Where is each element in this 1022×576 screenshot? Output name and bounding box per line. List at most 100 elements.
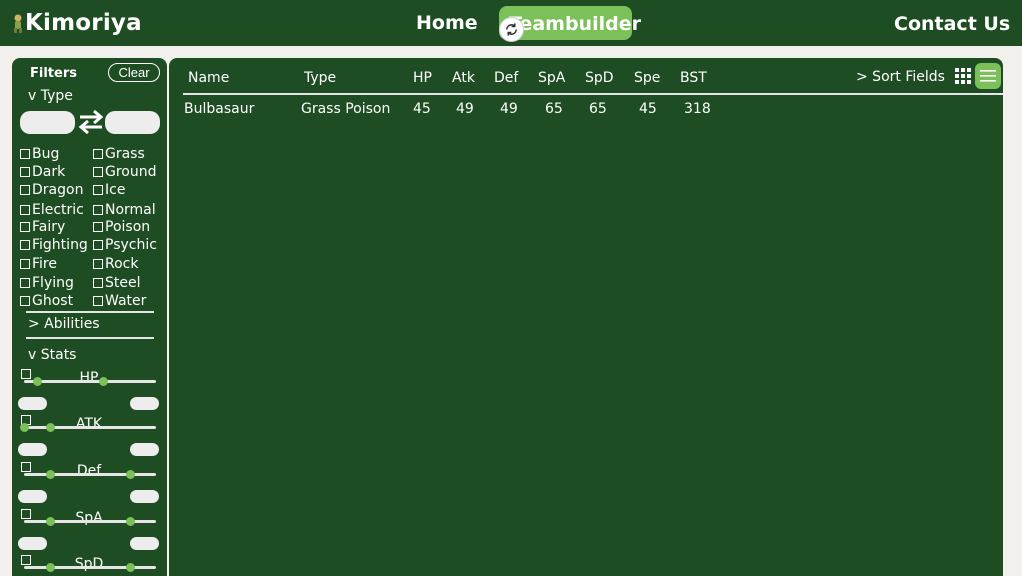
checkbox[interactable] xyxy=(20,205,30,215)
column-header-spd[interactable]: SpD xyxy=(585,70,614,86)
checkbox[interactable] xyxy=(20,167,30,177)
column-header-bst[interactable]: BST xyxy=(680,70,707,86)
nav-contact-link[interactable]: Contact Us xyxy=(894,13,1010,35)
grid-view-icon[interactable] xyxy=(955,68,971,84)
type-filter-fighting[interactable]: Fighting xyxy=(20,237,88,253)
column-header-name[interactable]: Name xyxy=(188,70,229,86)
logo[interactable]: Kimoriya xyxy=(12,8,142,38)
checkbox[interactable] xyxy=(20,240,30,250)
stat-max-input[interactable] xyxy=(130,537,159,550)
type-filter-fire[interactable]: Fire xyxy=(20,256,57,272)
cell-type: Grass Poison xyxy=(301,101,391,117)
column-header-spa[interactable]: SpA xyxy=(538,70,565,86)
stat-min-handle[interactable] xyxy=(20,423,29,432)
top-header: Kimoriya Home Teambuilder Contact Us xyxy=(0,0,1022,46)
type-filter-psychic[interactable]: Psychic xyxy=(93,237,157,253)
checkbox[interactable] xyxy=(93,205,103,215)
type-filter-rock[interactable]: Rock xyxy=(93,256,138,272)
type-slot-1[interactable] xyxy=(20,111,75,134)
type-filter-electric[interactable]: Electric xyxy=(20,202,84,218)
swap-arrows-icon[interactable] xyxy=(78,110,104,134)
checkbox[interactable] xyxy=(20,185,30,195)
stat-range-track[interactable] xyxy=(24,473,156,476)
checkbox[interactable] xyxy=(93,167,103,177)
checkbox[interactable] xyxy=(93,222,103,232)
stat-enable-checkbox[interactable] xyxy=(21,555,31,565)
stat-min-input[interactable] xyxy=(18,537,47,550)
stat-max-input[interactable] xyxy=(130,443,159,456)
refresh-icon[interactable] xyxy=(499,17,524,42)
type-filter-poison[interactable]: Poison xyxy=(93,219,150,235)
stat-min-input[interactable] xyxy=(18,490,47,503)
type-filter-label: Ice xyxy=(105,182,126,198)
column-header-atk[interactable]: Atk xyxy=(452,70,475,86)
stat-max-input[interactable] xyxy=(130,397,159,410)
stat-enable-checkbox[interactable] xyxy=(21,462,31,472)
stat-min-input[interactable] xyxy=(18,443,47,456)
checkbox[interactable] xyxy=(93,278,103,288)
type-filter-ghost[interactable]: Ghost xyxy=(20,293,73,309)
checkbox[interactable] xyxy=(93,185,103,195)
column-header-def[interactable]: Def xyxy=(494,70,518,86)
type-filter-dark[interactable]: Dark xyxy=(20,164,65,180)
type-filter-normal[interactable]: Normal xyxy=(93,202,156,218)
checkbox[interactable] xyxy=(20,222,30,232)
stat-max-handle[interactable] xyxy=(46,423,56,432)
checkbox[interactable] xyxy=(20,149,30,159)
stat-range-track[interactable] xyxy=(24,426,156,429)
stat-range-track[interactable] xyxy=(24,520,156,523)
nav-teambuilder-label: Teambuilder xyxy=(509,13,641,35)
checkbox[interactable] xyxy=(20,278,30,288)
clear-filters-button[interactable]: Clear xyxy=(108,63,160,82)
stat-min-handle[interactable] xyxy=(46,563,56,572)
type-filter-water[interactable]: Water xyxy=(93,293,146,309)
type-filter-flying[interactable]: Flying xyxy=(20,275,74,291)
type-filter-dragon[interactable]: Dragon xyxy=(20,182,83,198)
column-header-spe[interactable]: Spe xyxy=(634,70,660,86)
column-header-type[interactable]: Type xyxy=(304,70,336,86)
stat-max-input[interactable] xyxy=(130,490,159,503)
type-filter-steel[interactable]: Steel xyxy=(93,275,141,291)
list-view-button[interactable] xyxy=(975,63,1001,89)
stat-enable-checkbox[interactable] xyxy=(21,509,31,519)
type-section-toggle[interactable]: v Type xyxy=(28,88,73,104)
type-filter-label: Steel xyxy=(105,275,141,291)
stat-min-handle[interactable] xyxy=(46,470,56,479)
checkbox[interactable] xyxy=(93,296,103,306)
stat-min-handle[interactable] xyxy=(46,517,56,526)
type-filter-label: Fire xyxy=(32,256,57,272)
cell-atk: 49 xyxy=(456,101,474,117)
abilities-section-toggle[interactable]: > Abilities xyxy=(28,316,100,332)
stat-enable-checkbox[interactable] xyxy=(21,369,31,379)
stat-min-input[interactable] xyxy=(18,397,47,410)
stat-max-handle[interactable] xyxy=(125,470,135,479)
type-filter-label: Flying xyxy=(32,275,74,291)
column-header-hp[interactable]: HP xyxy=(413,70,432,86)
checkbox[interactable] xyxy=(93,259,103,269)
type-filter-label: Fairy xyxy=(32,219,66,235)
stats-section-toggle[interactable]: v Stats xyxy=(28,347,76,363)
cell-spe: 45 xyxy=(639,101,657,117)
type-filter-fairy[interactable]: Fairy xyxy=(20,219,65,235)
type-filter-ice[interactable]: Ice xyxy=(93,182,125,198)
stat-range-track[interactable] xyxy=(24,566,156,569)
type-filter-grass[interactable]: Grass xyxy=(93,146,145,162)
checkbox[interactable] xyxy=(93,149,103,159)
nav-home-link[interactable]: Home xyxy=(416,12,478,34)
filters-title: Filters xyxy=(30,66,77,81)
type-filter-label: Electric xyxy=(32,202,84,218)
stat-min-handle[interactable] xyxy=(33,377,43,386)
type-filter-bug[interactable]: Bug xyxy=(20,146,59,162)
sort-fields-toggle[interactable]: > Sort Fields xyxy=(856,69,945,85)
table-header-divider xyxy=(183,93,1003,95)
type-filter-ground[interactable]: Ground xyxy=(93,164,157,180)
nav-teambuilder-link[interactable]: Teambuilder xyxy=(499,6,641,42)
type-filter-label: Poison xyxy=(105,219,151,235)
checkbox[interactable] xyxy=(20,296,30,306)
checkbox[interactable] xyxy=(93,240,103,250)
stat-range-track[interactable] xyxy=(24,380,156,383)
stat-max-handle[interactable] xyxy=(125,563,135,572)
checkbox[interactable] xyxy=(20,259,30,269)
type-slot-2[interactable] xyxy=(105,111,160,134)
stat-max-handle[interactable] xyxy=(125,517,135,526)
